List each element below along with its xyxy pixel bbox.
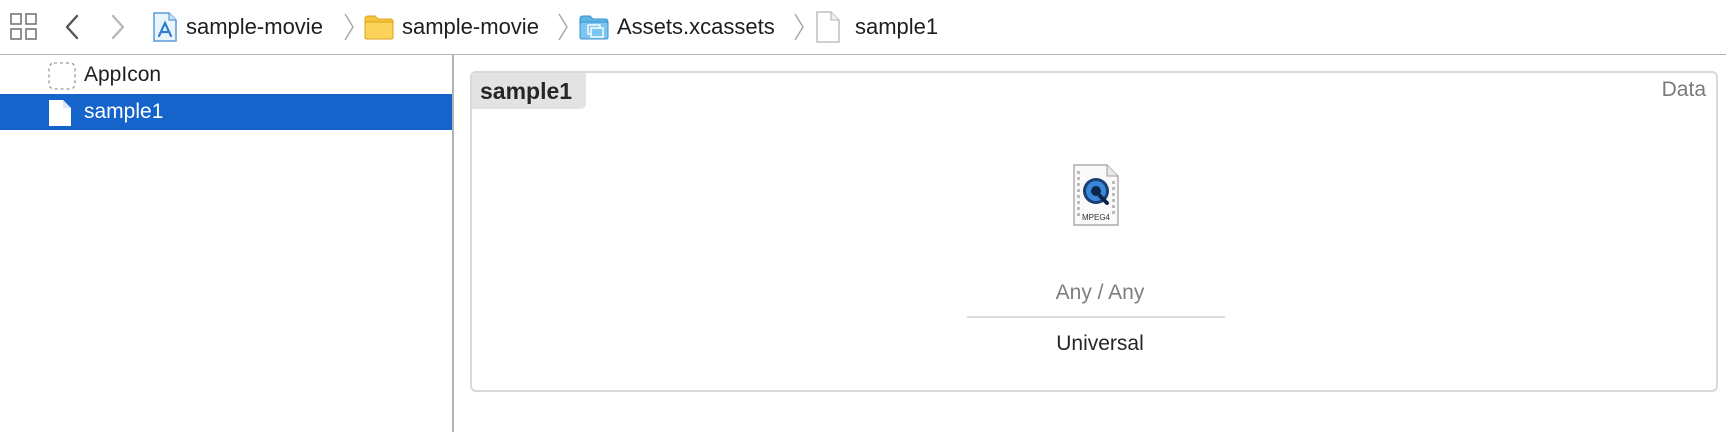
breadcrumb-label: sample-movie bbox=[186, 14, 323, 39]
navigator-item-appicon[interactable]: AppIcon bbox=[0, 57, 452, 93]
jump-bar: sample-movie sample-movie Assets.xcasset… bbox=[0, 0, 1726, 55]
device-label: Universal bbox=[1056, 332, 1144, 355]
related-items-grid-icon[interactable] bbox=[10, 13, 38, 41]
asset-catalog-icon bbox=[579, 14, 609, 40]
breadcrumb-separator-icon bbox=[557, 12, 569, 42]
file-icon bbox=[815, 11, 841, 43]
breadcrumb-label: sample1 bbox=[855, 14, 939, 39]
breadcrumb-folder[interactable]: sample-movie bbox=[364, 8, 539, 46]
mpeg4-file-icon[interactable]: MPEG4 bbox=[1071, 163, 1121, 232]
navigator-item-label: AppIcon bbox=[84, 63, 162, 86]
xcode-project-icon bbox=[152, 11, 178, 43]
navigator-item-label: sample1 bbox=[84, 100, 164, 123]
app-icon-placeholder-icon bbox=[48, 62, 76, 96]
breadcrumb-label: Assets.xcassets bbox=[617, 14, 775, 39]
breadcrumb-separator-icon bbox=[793, 12, 805, 42]
navigator-item-sample1[interactable]: sample1 bbox=[0, 94, 452, 130]
breadcrumb-file[interactable]: sample1 bbox=[815, 8, 938, 46]
file-badge-text: MPEG4 bbox=[1082, 213, 1111, 222]
data-set-icon bbox=[48, 99, 72, 133]
asset-navigator: AppIcon sample1 bbox=[0, 55, 454, 432]
asset-editor: sample1 Data MPEG4 Any / Any Universal bbox=[470, 71, 1718, 392]
asset-name-tab[interactable]: sample1 bbox=[472, 73, 587, 109]
folder-icon bbox=[364, 14, 394, 40]
back-chevron-icon[interactable] bbox=[62, 12, 82, 42]
breadcrumb-separator-icon bbox=[343, 12, 355, 42]
forward-chevron-icon[interactable] bbox=[108, 12, 128, 42]
slot-divider bbox=[967, 316, 1225, 318]
breadcrumb-project[interactable]: sample-movie bbox=[152, 8, 323, 46]
slot-label: Any / Any bbox=[1055, 281, 1145, 304]
breadcrumb-label: sample-movie bbox=[402, 14, 539, 39]
asset-type-label: Data bbox=[1661, 78, 1706, 101]
breadcrumb-asset-catalog[interactable]: Assets.xcassets bbox=[579, 8, 775, 46]
